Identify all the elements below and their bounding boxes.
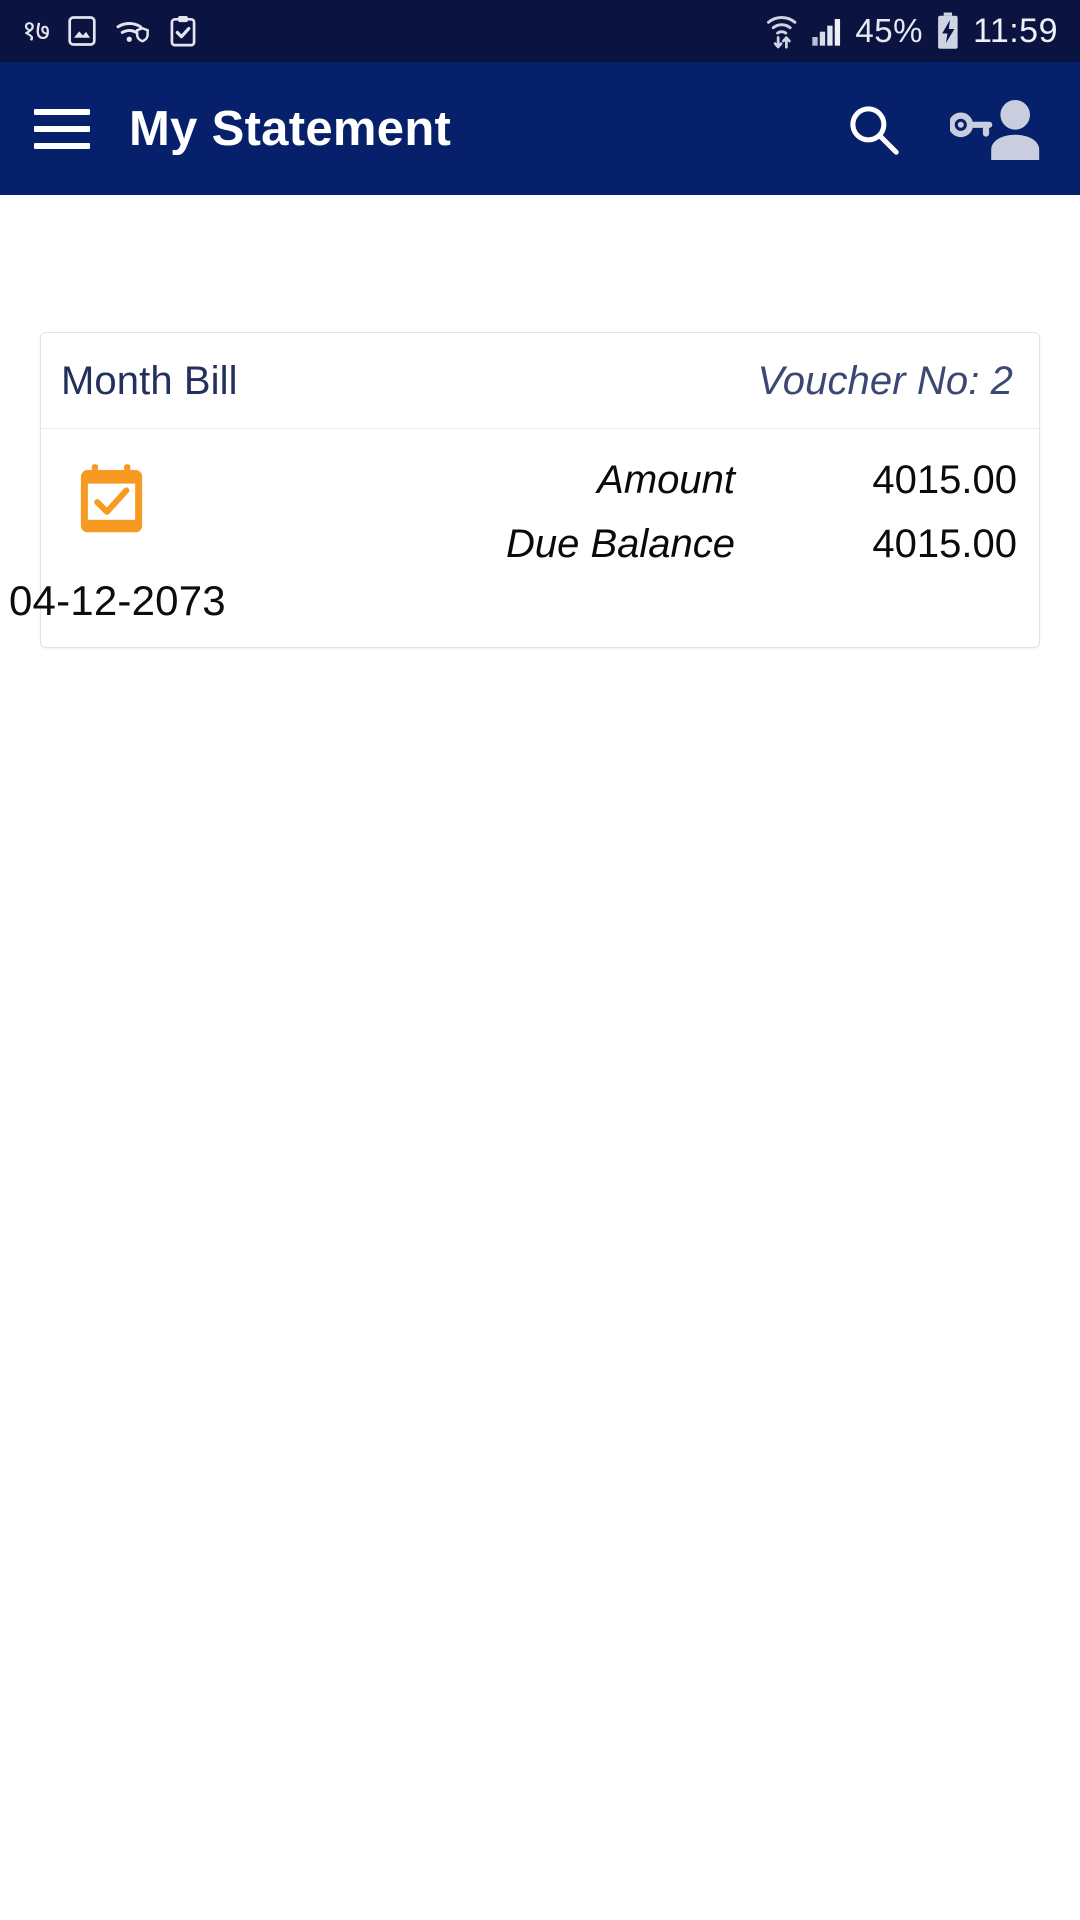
status-bar-right-icons: 45% 11:59: [765, 12, 1058, 51]
key-user-icon[interactable]: [950, 98, 1042, 160]
voucher-number-label: Voucher No: 2: [757, 359, 1013, 403]
devanagari-badge-icon: १७: [22, 14, 50, 47]
card-title: Month Bill: [61, 359, 238, 403]
battery-percent-label: 45%: [855, 12, 923, 49]
battery-charging-icon: [935, 12, 961, 50]
app-bar-actions: [844, 98, 1042, 160]
status-bar: १७ 45% 11:59: [0, 0, 1080, 62]
search-icon[interactable]: [844, 100, 902, 158]
card-header: Month Bill Voucher No: 2: [41, 333, 1039, 429]
due-balance-label: Due Balance: [505, 522, 735, 566]
amount-label: Amount: [597, 458, 735, 502]
menu-bar-1: [34, 108, 90, 115]
clipboard-check-icon: [169, 15, 197, 47]
calendar-check-icon: [77, 451, 197, 540]
page-title: My Statement: [129, 101, 452, 156]
cellular-signal-icon: [811, 15, 843, 47]
bill-date-label: 04-12-2073: [9, 577, 226, 624]
image-icon: [67, 15, 97, 47]
status-bar-left-icons: १७: [22, 15, 197, 47]
amount-value: 4015.00: [872, 458, 1017, 502]
due-balance-value: 4015.00: [872, 522, 1017, 566]
statement-card[interactable]: Month Bill Voucher No: 2 Amount 4015.00 …: [9, 332, 1040, 648]
app-bar: My Statement: [0, 62, 1080, 198]
menu-bar-2: [34, 125, 90, 132]
clock-label: 11:59: [972, 11, 1058, 50]
menu-bar-3: [34, 142, 90, 149]
wifi-transfer-icon: [765, 13, 799, 49]
card-body: Amount 4015.00 Due Balance 4015.00: [41, 429, 1039, 573]
amount-table: Amount 4015.00 Due Balance 4015.00: [506, 451, 1017, 573]
menu-icon[interactable]: [34, 108, 90, 149]
wifi-shield-icon: [115, 16, 151, 46]
statement-content: Month Bill Voucher No: 2 Amount 4015.00 …: [0, 195, 1080, 648]
